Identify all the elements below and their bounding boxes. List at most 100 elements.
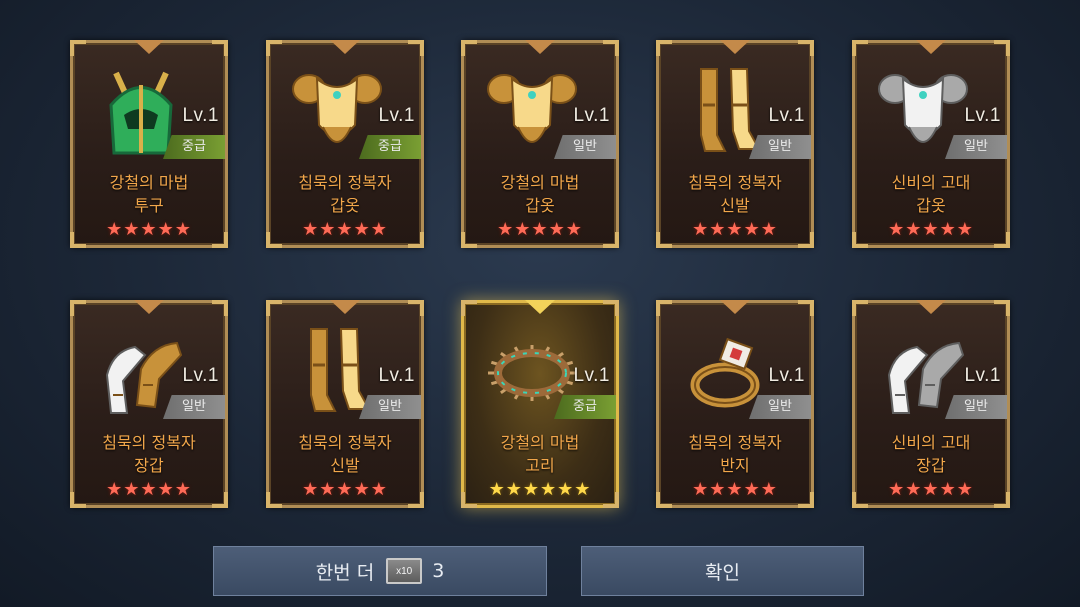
ticket-icon: x10 [386,558,423,584]
item-name-line2: 장갑 [916,456,946,475]
star-rating: ★★★★★ [302,219,388,240]
item-card[interactable]: Lv.1 일반 침묵의 정복자 신발 ★★★★★ [656,40,814,248]
item-level: Lv.1 [964,105,1001,126]
item-level: Lv.1 [573,105,610,126]
card-corner [408,300,424,316]
grade-badge: 일반 [749,395,811,419]
item-card[interactable]: Lv.1 중급 강철의 마법 고리 ★★★★★★ [461,300,619,508]
item-name-line1: 신비의 고대 [891,433,971,452]
item-name-line2: 갑옷 [525,196,555,215]
item-name: 침묵의 정복자 신발 [269,431,421,477]
item-name-line1: 침묵의 정복자 [688,173,782,192]
item-name-line2: 장갑 [134,456,164,475]
card-corner [212,300,228,316]
card-corner [461,300,477,316]
item-name-line2: 투구 [134,196,164,215]
item-name-line2: 반지 [720,456,750,475]
card-corner [266,300,282,316]
card-notch-ornament [134,40,164,54]
item-level: Lv.1 [378,105,415,126]
card-corner [656,300,672,316]
card-notch-ornament [720,300,750,314]
draw-again-button[interactable]: 한번 더 x10 3 [213,546,547,596]
star-rating: ★★★★★ [888,479,974,500]
item-name: 강철의 마법 고리 [464,431,616,477]
reward-grid: Lv.1 중급 강철의 마법 투구 ★★★★★ Lv.1 중급 침묵의 정복자 … [0,0,1080,540]
card-notch-ornament [330,40,360,54]
card-corner [994,300,1010,316]
item-name: 신비의 고대 갑옷 [855,171,1007,217]
item-level: Lv.1 [182,105,219,126]
item-name-line2: 신발 [330,456,360,475]
item-name: 침묵의 정복자 반지 [659,431,811,477]
item-card[interactable]: Lv.1 중급 강철의 마법 투구 ★★★★★ [70,40,228,248]
star-rating: ★★★★★ [106,479,192,500]
grade-badge: 중급 [359,135,421,159]
item-name-line2: 고리 [525,456,555,475]
item-name: 침묵의 정복자 신발 [659,171,811,217]
item-name-line1: 침묵의 정복자 [102,433,196,452]
item-card[interactable]: Lv.1 일반 침묵의 정복자 반지 ★★★★★ [656,300,814,508]
item-name-line1: 침묵의 정복자 [688,433,782,452]
item-name-line1: 강철의 마법 [500,433,580,452]
card-corner [852,40,868,56]
item-card[interactable]: Lv.1 일반 강철의 마법 갑옷 ★★★★★ [461,40,619,248]
item-card[interactable]: Lv.1 일반 침묵의 정복자 신발 ★★★★★ [266,300,424,508]
item-card[interactable]: Lv.1 일반 신비의 고대 갑옷 ★★★★★ [852,40,1010,248]
card-corner [852,300,868,316]
card-corner [70,300,86,316]
card-notch-ornament [134,300,164,314]
item-name: 신비의 고대 장갑 [855,431,1007,477]
item-level: Lv.1 [964,365,1001,386]
grade-badge: 중급 [163,135,225,159]
card-notch-ornament [525,300,555,314]
draw-again-count: 3 [432,560,445,582]
item-name-line2: 갑옷 [916,196,946,215]
card-corner [798,300,814,316]
card-corner [994,40,1010,56]
item-level: Lv.1 [573,365,610,386]
item-name: 강철의 마법 갑옷 [464,171,616,217]
grade-badge: 일반 [163,395,225,419]
item-name-line1: 강철의 마법 [109,173,189,192]
item-name-line1: 신비의 고대 [891,173,971,192]
item-card[interactable]: Lv.1 일반 침묵의 정복자 장갑 ★★★★★ [70,300,228,508]
confirm-label: 확인 [705,561,740,584]
item-name-line1: 침묵의 정복자 [298,173,392,192]
item-level: Lv.1 [768,365,805,386]
star-rating: ★★★★★ [302,479,388,500]
card-notch-ornament [330,300,360,314]
card-corner [798,40,814,56]
item-name: 침묵의 정복자 갑옷 [269,171,421,217]
card-notch-ornament [916,300,946,314]
item-level: Lv.1 [182,365,219,386]
star-rating: ★★★★★ [692,479,778,500]
item-name-line2: 신발 [720,196,750,215]
card-corner [603,40,619,56]
card-corner [70,40,86,56]
confirm-button[interactable]: 확인 [581,546,864,596]
star-rating: ★★★★★ [106,219,192,240]
item-level: Lv.1 [768,105,805,126]
card-corner [408,40,424,56]
item-level: Lv.1 [378,365,415,386]
grade-badge: 일반 [749,135,811,159]
item-name-line1: 강철의 마법 [500,173,580,192]
star-rating: ★★★★★ [497,219,583,240]
card-notch-ornament [720,40,750,54]
grade-badge: 일반 [945,395,1007,419]
grade-badge: 일반 [945,135,1007,159]
grade-badge: 중급 [554,395,616,419]
card-corner [212,40,228,56]
draw-again-label: 한번 더 [315,561,375,584]
card-notch-ornament [525,40,555,54]
item-name-line1: 침묵의 정복자 [298,433,392,452]
star-rating: ★★★★★ [692,219,778,240]
card-notch-ornament [916,40,946,54]
item-card[interactable]: Lv.1 중급 침묵의 정복자 갑옷 ★★★★★ [266,40,424,248]
card-corner [461,40,477,56]
card-corner [266,40,282,56]
grade-badge: 일반 [359,395,421,419]
item-card[interactable]: Lv.1 일반 신비의 고대 장갑 ★★★★★ [852,300,1010,508]
item-name-line2: 갑옷 [330,196,360,215]
